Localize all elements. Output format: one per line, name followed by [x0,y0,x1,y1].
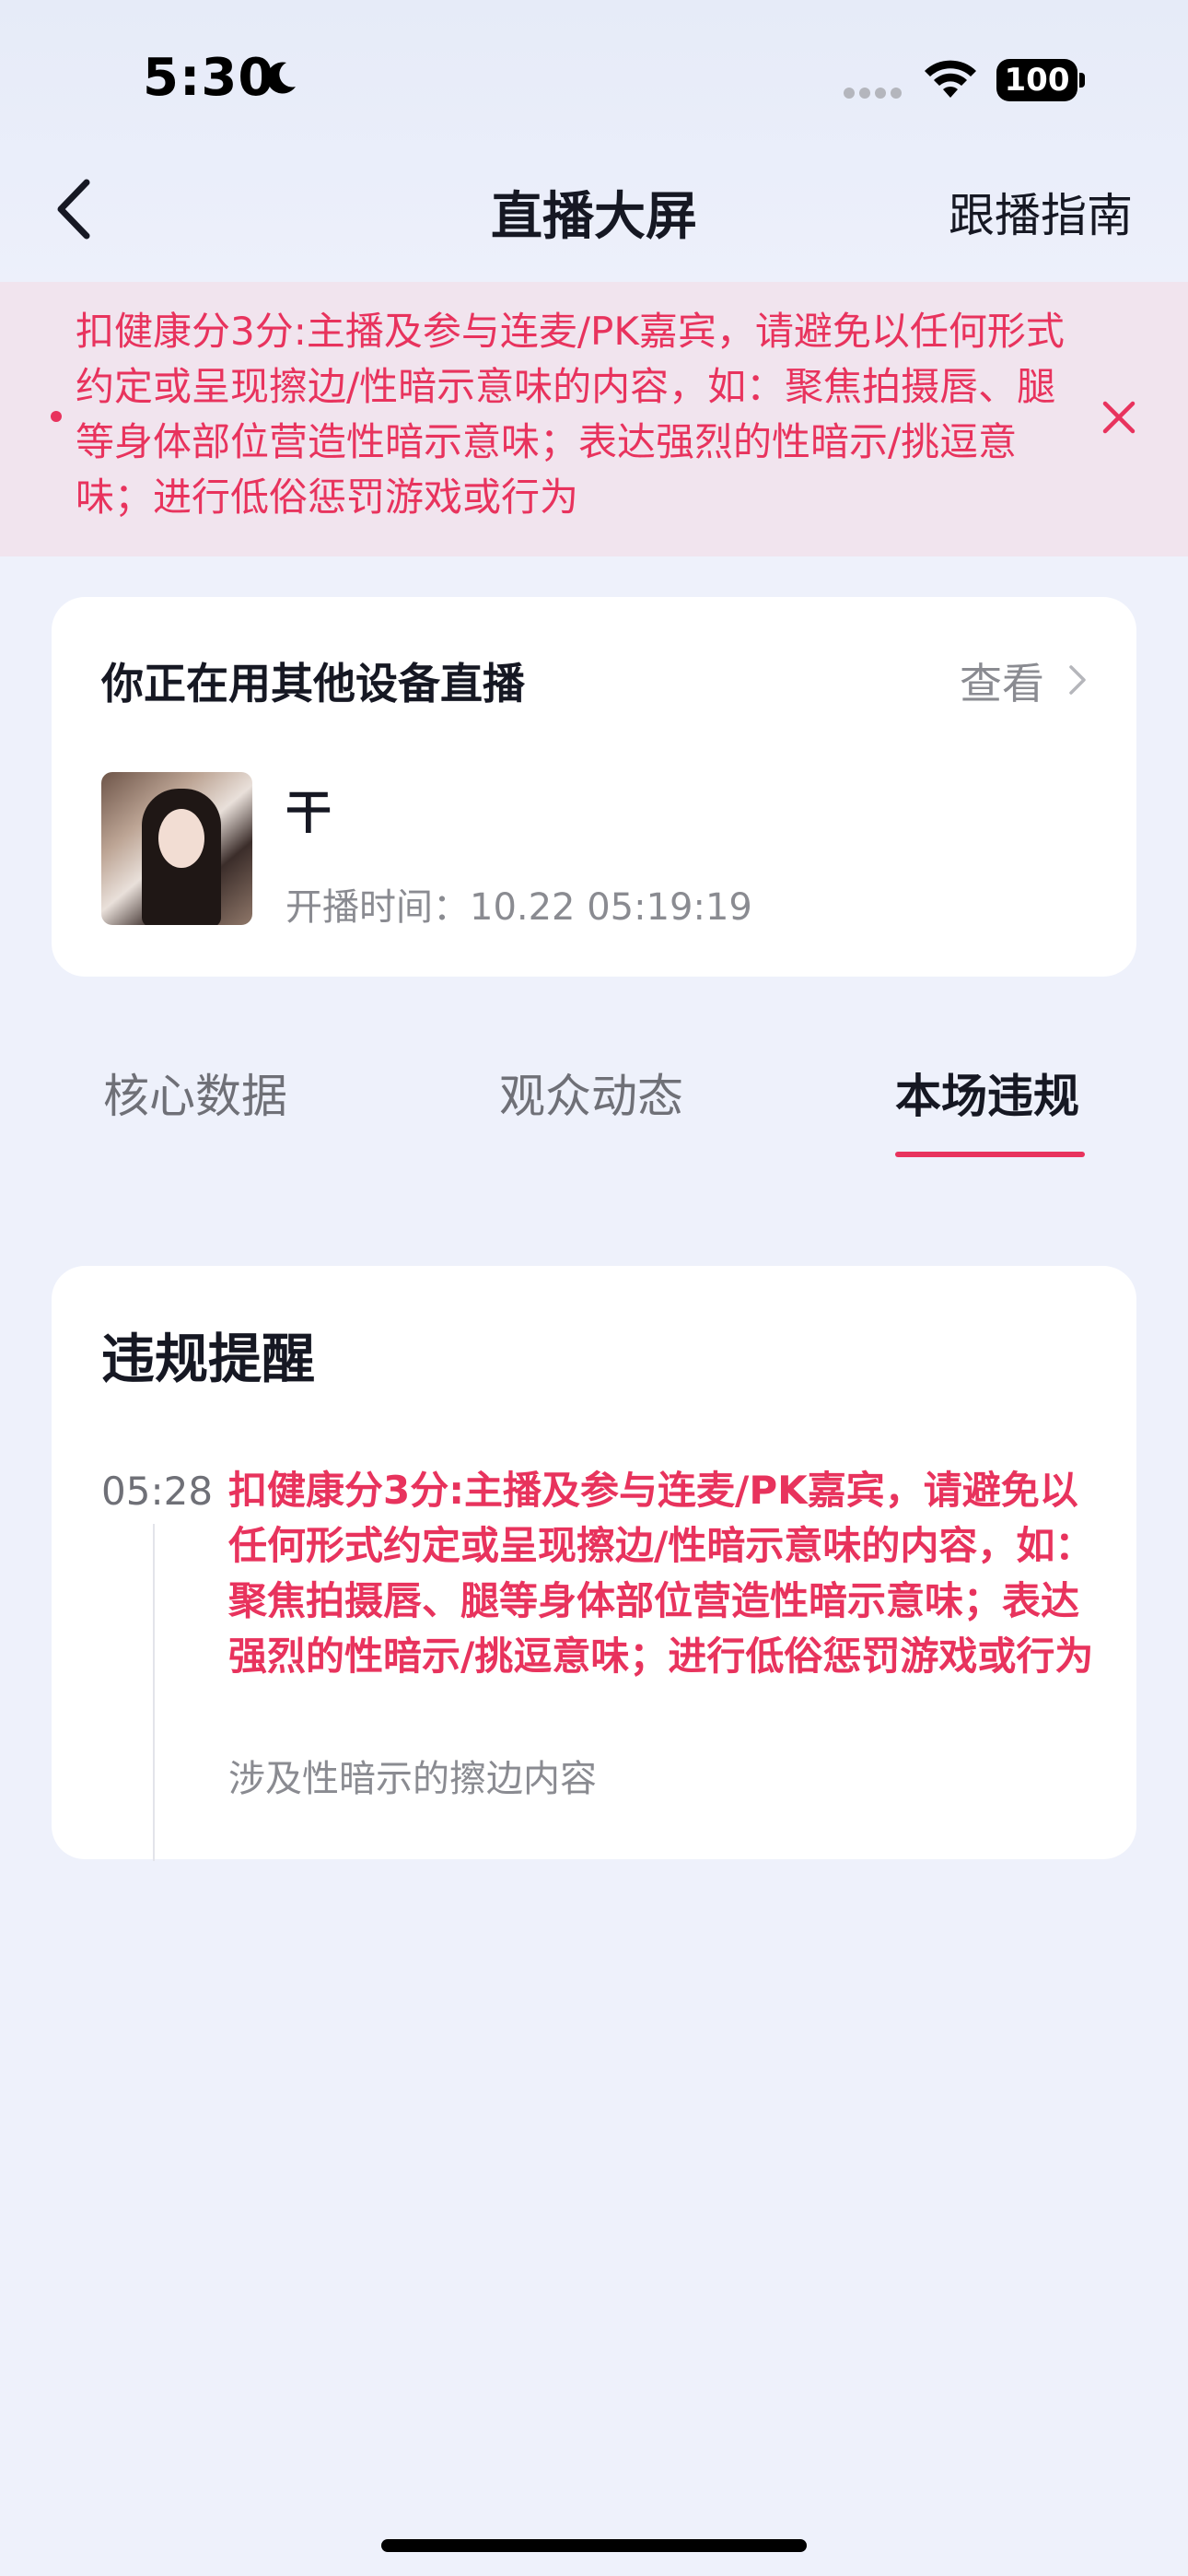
home-indicator [381,2539,807,2552]
close-icon[interactable] [1098,396,1140,439]
signal-dots-icon [844,88,902,99]
chevron-right-icon[interactable] [1066,662,1089,698]
violation-time: 05:28 [101,1469,214,1514]
timeline-line [153,1524,155,1861]
view-button[interactable]: 查看 [960,650,1044,711]
violation-text: 扣健康分3分:主播及参与连麦/PK嘉宾，请避免以任何形式约定或呈现擦边/性暗示意… [228,1468,1094,1679]
start-time: 开播时间：10.22 05:19:19 [285,886,752,929]
moon-icon [266,62,296,94]
username: 干 [285,786,332,839]
tab-core-data[interactable]: 核心数据 [103,1060,287,1126]
active-tab-indicator [895,1152,1085,1157]
avatar[interactable] [101,772,252,925]
tab-audience-activity[interactable]: 观众动态 [499,1060,683,1126]
broadcast-guide-link[interactable]: 跟播指南 [949,179,1133,245]
banner-text: 扣健康分3分:主播及参与连麦/PK嘉宾，请避免以任何形式约定或呈现擦边/性暗示意… [76,309,1065,520]
status-time: 5:30 [143,48,275,108]
tab-violations[interactable]: 本场违规 [895,1060,1079,1126]
wifi-icon [925,60,976,98]
violations-title: 违规提醒 [101,1328,316,1390]
live-card-title: 你正在用其他设备直播 [101,659,525,708]
violation-reason: 涉及性暗示的擦边内容 [228,1758,597,1800]
banner-dot-icon [51,411,62,422]
battery-level: 100 [996,59,1077,101]
battery-icon: 100 [996,59,1085,101]
